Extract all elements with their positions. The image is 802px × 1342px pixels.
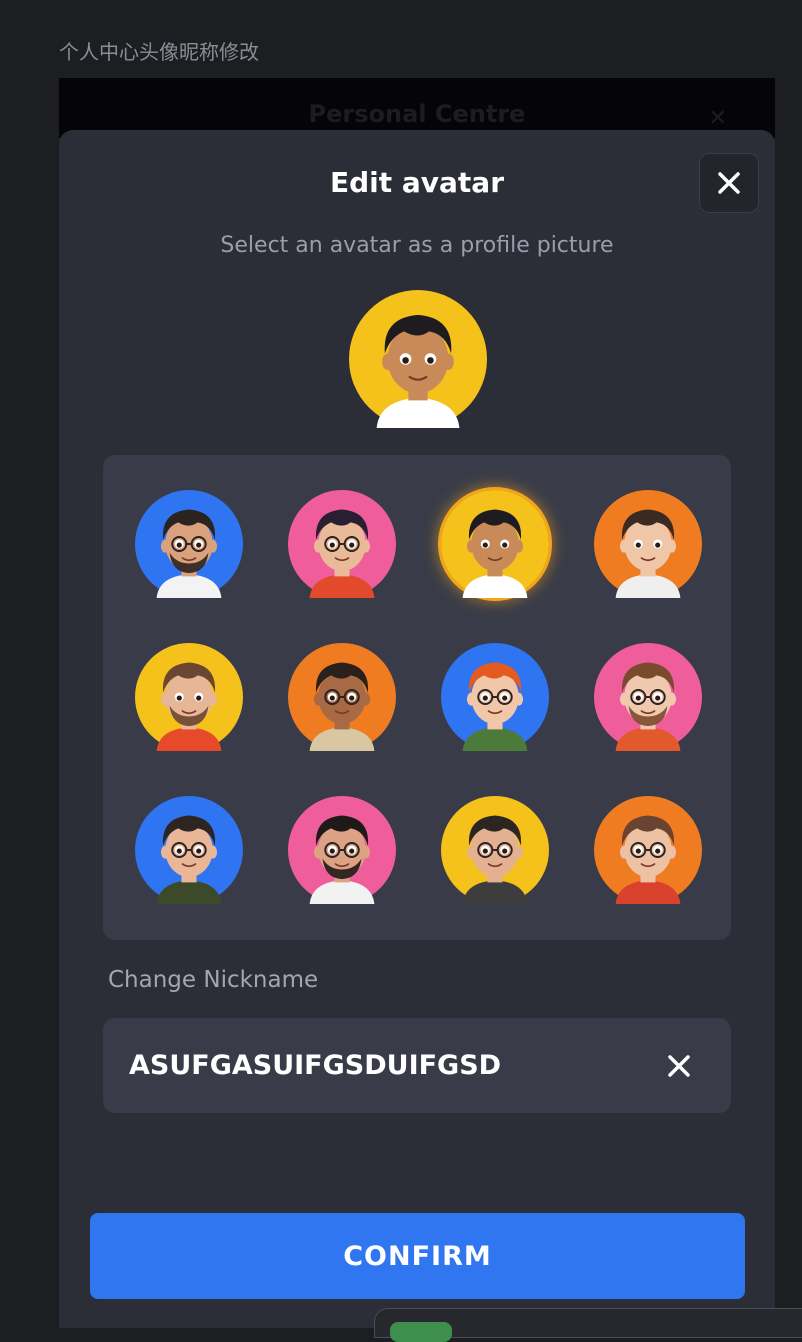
avatar-option-11[interactable]: [441, 796, 549, 904]
personal-centre-close-icon: ✕: [708, 106, 727, 131]
avatar-image: [594, 643, 702, 751]
avatar-option-12[interactable]: [594, 796, 702, 904]
avatar-option-2[interactable]: [288, 490, 396, 598]
avatar-image: [288, 796, 396, 904]
avatar-image: [441, 643, 549, 751]
avatar-grid: [103, 455, 731, 940]
avatar-image: [441, 490, 549, 598]
avatar-option-5[interactable]: [135, 643, 243, 751]
avatar-image: [441, 796, 549, 904]
avatar-image: [135, 796, 243, 904]
avatar-option-7[interactable]: [441, 643, 549, 751]
edit-avatar-modal: Edit avatar Select an avatar as a profil…: [59, 130, 775, 1328]
modal-subtitle: Select an avatar as a profile picture: [220, 233, 614, 258]
nickname-field: [103, 1018, 731, 1113]
avatar-option-6[interactable]: [288, 643, 396, 751]
nickname-input[interactable]: [129, 1018, 629, 1113]
avatar-option-1[interactable]: [135, 490, 243, 598]
avatar-image: [594, 796, 702, 904]
taskbar-chip[interactable]: [390, 1322, 452, 1342]
current-avatar: [349, 290, 487, 428]
personal-centre-title: Personal Centre: [308, 100, 526, 128]
avatar-option-3[interactable]: [441, 490, 549, 598]
current-avatar-preview: [349, 290, 487, 428]
avatar-option-10[interactable]: [288, 796, 396, 904]
bottom-taskbar: [374, 1308, 802, 1342]
close-icon: [718, 172, 740, 194]
avatar-image: [288, 490, 396, 598]
confirm-button[interactable]: CONFIRM: [90, 1213, 745, 1299]
avatar-image: [135, 643, 243, 751]
avatar-option-8[interactable]: [594, 643, 702, 751]
page-caption: 个人中心头像昵称修改: [59, 40, 259, 64]
avatar-option-9[interactable]: [135, 796, 243, 904]
clear-icon: [668, 1055, 690, 1077]
avatar-image: [135, 490, 243, 598]
clear-nickname-button[interactable]: [659, 1046, 699, 1086]
avatar-image: [594, 490, 702, 598]
personal-centre-header: Personal Centre ✕: [59, 78, 775, 138]
nickname-label: Change Nickname: [108, 967, 319, 993]
modal-title: Edit avatar: [329, 166, 505, 199]
close-button[interactable]: [699, 153, 759, 213]
avatar-option-4[interactable]: [594, 490, 702, 598]
avatar-image: [288, 643, 396, 751]
